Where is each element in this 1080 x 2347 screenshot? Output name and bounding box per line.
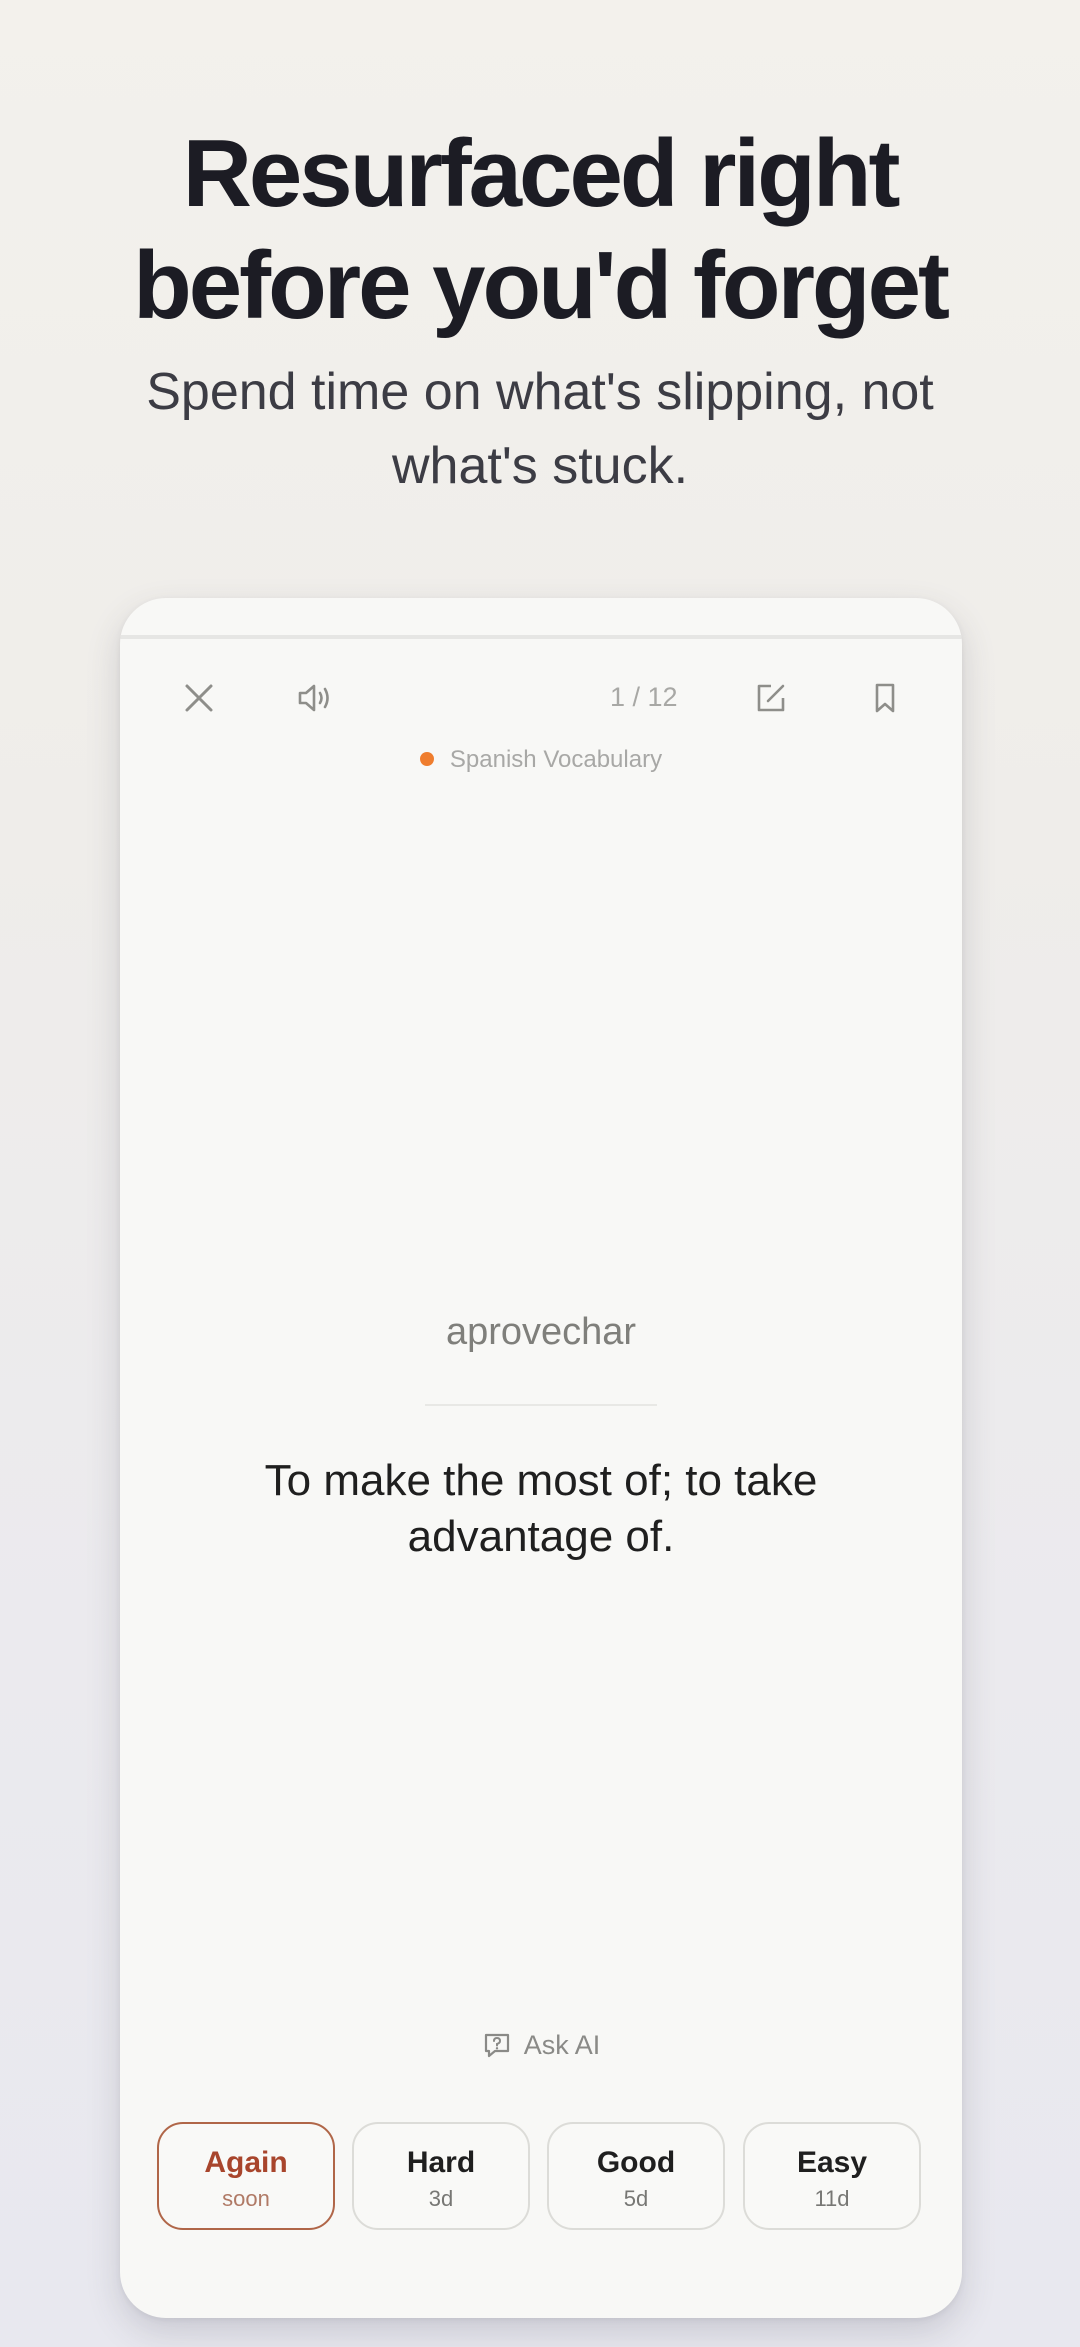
again-interval: soon <box>222 2186 270 2211</box>
subtitle: Spend time on what's slipping, not what'… <box>146 363 934 495</box>
edit-icon[interactable] <box>749 676 793 720</box>
headline-line-2: before you'd forget <box>133 232 950 339</box>
ask-ai-label: Ask AI <box>523 2030 601 2060</box>
headline: Resurfaced right before you'd forget <box>0 118 1080 342</box>
speaker-icon[interactable] <box>293 676 337 720</box>
card-term: aprovechar <box>445 1311 637 1353</box>
easy-button[interactable]: Easy 11d <box>743 2122 921 2230</box>
deck-name: Spanish Vocabulary <box>449 746 663 773</box>
again-label: Again <box>204 2146 288 2179</box>
term-divider <box>425 1404 657 1406</box>
good-label: Good <box>596 2146 676 2179</box>
card-counter: 1 / 12 <box>610 682 678 712</box>
flashcard: 1 / 12 Spanish Vocabulary aprovechar To … <box>120 598 962 2318</box>
ask-ai-button[interactable]: Ask AI <box>120 2030 962 2061</box>
hard-label: Hard <box>406 2146 476 2179</box>
easy-label: Easy <box>796 2146 868 2179</box>
close-icon[interactable] <box>177 676 221 720</box>
again-button[interactable]: Again soon <box>157 2122 335 2230</box>
card-definition: To make the most of; to take advantage o… <box>264 1456 818 1561</box>
deck-label: Spanish Vocabulary <box>120 746 962 774</box>
bookmark-icon[interactable] <box>863 676 907 720</box>
hard-button[interactable]: Hard 3d <box>352 2122 530 2230</box>
chat-question-icon <box>484 2033 509 2058</box>
headline-line-1: Resurfaced right <box>182 120 901 227</box>
good-interval: 5d <box>623 2186 649 2211</box>
hard-interval: 3d <box>428 2186 454 2211</box>
good-button[interactable]: Good 5d <box>547 2122 725 2230</box>
card-top-divider <box>120 635 962 639</box>
deck-color-dot <box>419 752 434 766</box>
easy-interval: 11d <box>814 2186 850 2211</box>
